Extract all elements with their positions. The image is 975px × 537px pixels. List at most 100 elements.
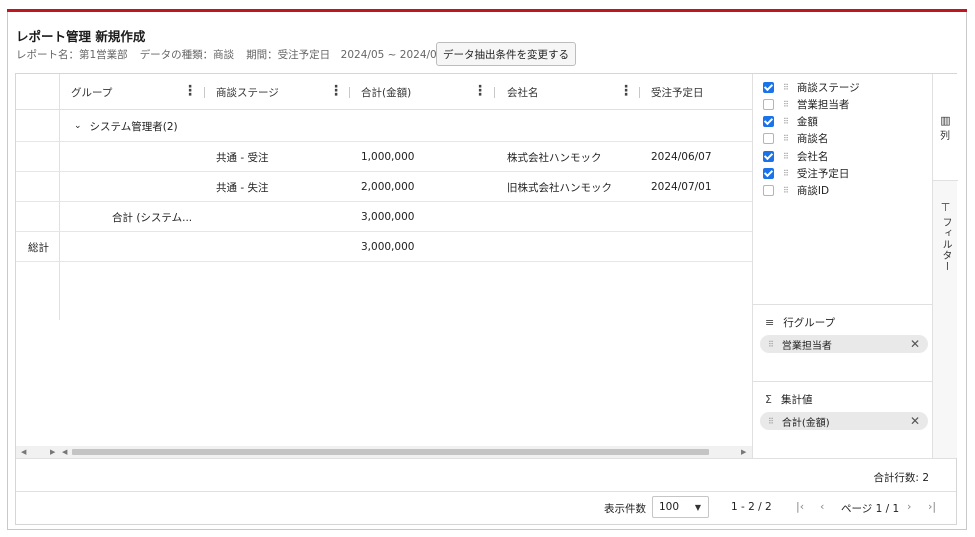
drag-handle-icon[interactable]: ⠿ (783, 186, 789, 195)
drag-handle-icon[interactable]: ⠿ (783, 100, 789, 109)
column-tool-panel: ⠿ 商談ステージ ⠿ 営業担当者 ⠿ 金額 ⠿ 商談名 ⠿ 会社名 ⠿ 受注予定日 ⠿ 商談I… (752, 74, 933, 458)
prev-page-icon[interactable]: ‹ (820, 500, 824, 513)
row-range: 1 - 2 / 2 (731, 501, 772, 513)
column-resize-handle[interactable] (494, 87, 495, 98)
last-page-icon[interactable]: ›| (928, 500, 936, 513)
row-group-title-text: 行グループ (783, 317, 836, 329)
change-conditions-button[interactable]: データ抽出条件を変更する (436, 42, 576, 66)
column-toggle-stage[interactable]: ⠿ 商談ステージ (763, 79, 860, 96)
amount-cell: 2,000,000 (361, 181, 415, 193)
header-group[interactable]: グループ (71, 74, 112, 110)
columns-icon: ▥ (940, 114, 951, 127)
column-menu-icon[interactable]: ⋮ (329, 84, 343, 98)
checkbox[interactable] (763, 99, 774, 110)
row-group-icon: ≡ (765, 316, 775, 329)
column-toggle-label: 商談名 (796, 133, 829, 145)
first-page-icon[interactable]: |‹ (796, 500, 804, 513)
chip-label: 営業担当者 (781, 340, 832, 352)
drag-handle-icon[interactable]: ⠿ (783, 134, 789, 143)
grand-total-row: 総計 3,000,000 (16, 232, 752, 262)
column-toggle-label: 受注予定日 (796, 168, 850, 180)
stage-cell: 共通 - 受注 (216, 151, 269, 164)
filter-icon: ⊤ (940, 201, 951, 214)
drag-handle-icon[interactable]: ⠿ (783, 152, 789, 161)
column-toggle-amount[interactable]: ⠿ 金額 (763, 113, 818, 130)
report-name: レポート名：第1営業部 (16, 49, 128, 61)
scrollbar-thumb[interactable] (72, 449, 709, 455)
group-row[interactable]: ⌄ システム管理者(2) (16, 110, 752, 142)
scroll-right-icon[interactable]: ▶ (741, 446, 746, 458)
report-info: レポート名：第1営業部 データの種類：商談 期間：受注予定日 2024/05 ~… (16, 47, 443, 62)
checkbox[interactable] (763, 185, 774, 196)
subtotal-amount: 3,000,000 (361, 211, 415, 223)
drag-handle-icon[interactable]: ⠿ (768, 340, 774, 349)
column-toggle-date[interactable]: ⠿ 受注予定日 (763, 165, 849, 182)
column-toggle-company[interactable]: ⠿ 会社名 (763, 148, 828, 165)
subtotal-row: 合計 (システム... 3,000,000 (16, 202, 752, 232)
column-toggle-deal-id[interactable]: ⠿ 商談ID (763, 182, 829, 199)
data-grid: グループ ⋮ 商談ステージ ⋮ 合計(金額) ⋮ 会社名 ⋮ 受注予定日 ⌄ シ… (16, 74, 752, 458)
subtotal-label: 合計 (システム... (112, 211, 193, 224)
column-toggle-label: 営業担当者 (796, 99, 850, 111)
tab-columns[interactable]: ▥ 列 (933, 74, 958, 180)
drag-handle-icon[interactable]: ⠿ (783, 83, 789, 92)
drag-handle-icon[interactable]: ⠿ (783, 117, 789, 126)
side-tabs: ▥ 列 ⊤ フィルター (932, 74, 958, 458)
drag-handle-icon[interactable]: ⠿ (783, 169, 789, 178)
checkbox[interactable] (763, 82, 774, 93)
header-stage[interactable]: 商談ステージ (216, 74, 279, 110)
grand-total-amount: 3,000,000 (361, 241, 415, 253)
totals-bar: 合計行数: 2 (16, 458, 956, 492)
tab-filter-label: フィルター (940, 217, 951, 272)
column-menu-icon[interactable]: ⋮ (183, 84, 197, 98)
column-resize-handle[interactable] (639, 87, 640, 98)
total-rows: 合計行数: 2 (873, 472, 929, 484)
checkbox[interactable] (763, 151, 774, 162)
tab-filter[interactable]: ⊤ フィルター (933, 180, 958, 280)
header-company[interactable]: 会社名 (507, 74, 539, 110)
pagination-bar: 表示件数 100 ▼ 1 - 2 / 2 |‹ ‹ ページ 1 / 1 › ›| (16, 492, 956, 524)
horizontal-scrollbar[interactable]: ◀ ▶ ◀ ▶ (16, 446, 752, 458)
page-size-label: 表示件数 (604, 503, 646, 515)
checkbox[interactable] (763, 168, 774, 179)
page-title: レポート管理 新規作成 (16, 29, 146, 44)
amount-cell: 1,000,000 (361, 151, 415, 163)
row-group-chip[interactable]: ⠿ 営業担当者 ✕ (760, 335, 928, 353)
column-toggle-label: 会社名 (796, 151, 829, 163)
page-size-value: 100 (659, 501, 680, 513)
column-menu-icon[interactable]: ⋮ (473, 84, 487, 98)
column-resize-handle[interactable] (204, 87, 205, 98)
scroll-left-icon[interactable]: ◀ (21, 446, 26, 458)
checkbox[interactable] (763, 133, 774, 144)
table-row: 共通 - 失注 2,000,000 旧株式会社ハンモック 2024/07/01 (16, 172, 752, 202)
close-icon[interactable]: ✕ (910, 414, 920, 428)
column-menu-icon[interactable]: ⋮ (619, 84, 633, 98)
checkbox[interactable] (763, 116, 774, 127)
stage-cell: 共通 - 失注 (216, 181, 269, 194)
company-cell: 旧株式会社ハンモック (507, 181, 612, 194)
data-type: データの種類：商談 (139, 49, 235, 61)
column-resize-handle[interactable] (349, 87, 350, 98)
header-amount[interactable]: 合計(金額) (361, 74, 411, 110)
page-size-select[interactable]: 100 ▼ (652, 496, 709, 518)
scroll-left-icon[interactable]: ◀ (62, 446, 67, 458)
aggregation-section: Σ 集計値 ⠿ 合計(金額) ✕ (753, 381, 933, 458)
header-date[interactable]: 受注予定日 (651, 74, 704, 110)
row-group-title: ≡ 行グループ (765, 315, 835, 330)
column-toggle-label: 商談ID (796, 185, 830, 197)
drag-handle-icon[interactable]: ⠿ (768, 417, 774, 426)
table-row: 共通 - 受注 1,000,000 株式会社ハンモック 2024/06/07 (16, 142, 752, 172)
column-toggle-deal-name[interactable]: ⠿ 商談名 (763, 130, 828, 147)
column-toggle-label: 商談ステージ (796, 82, 860, 94)
scroll-right-icon[interactable]: ▶ (50, 446, 55, 458)
next-page-icon[interactable]: › (907, 500, 911, 513)
row-group-section: ≡ 行グループ ⠿ 営業担当者 ✕ (753, 304, 933, 381)
close-icon[interactable]: ✕ (910, 337, 920, 351)
date-cell: 2024/06/07 (651, 151, 712, 163)
date-cell: 2024/07/01 (651, 181, 712, 193)
aggregation-chip[interactable]: ⠿ 合計(金額) ✕ (760, 412, 928, 430)
column-toggle-sales-rep[interactable]: ⠿ 営業担当者 (763, 96, 849, 113)
aggregation-title: Σ 集計値 (765, 392, 812, 407)
chevron-down-icon[interactable]: ⌄ (74, 121, 82, 131)
tab-columns-label: 列 (940, 131, 951, 142)
